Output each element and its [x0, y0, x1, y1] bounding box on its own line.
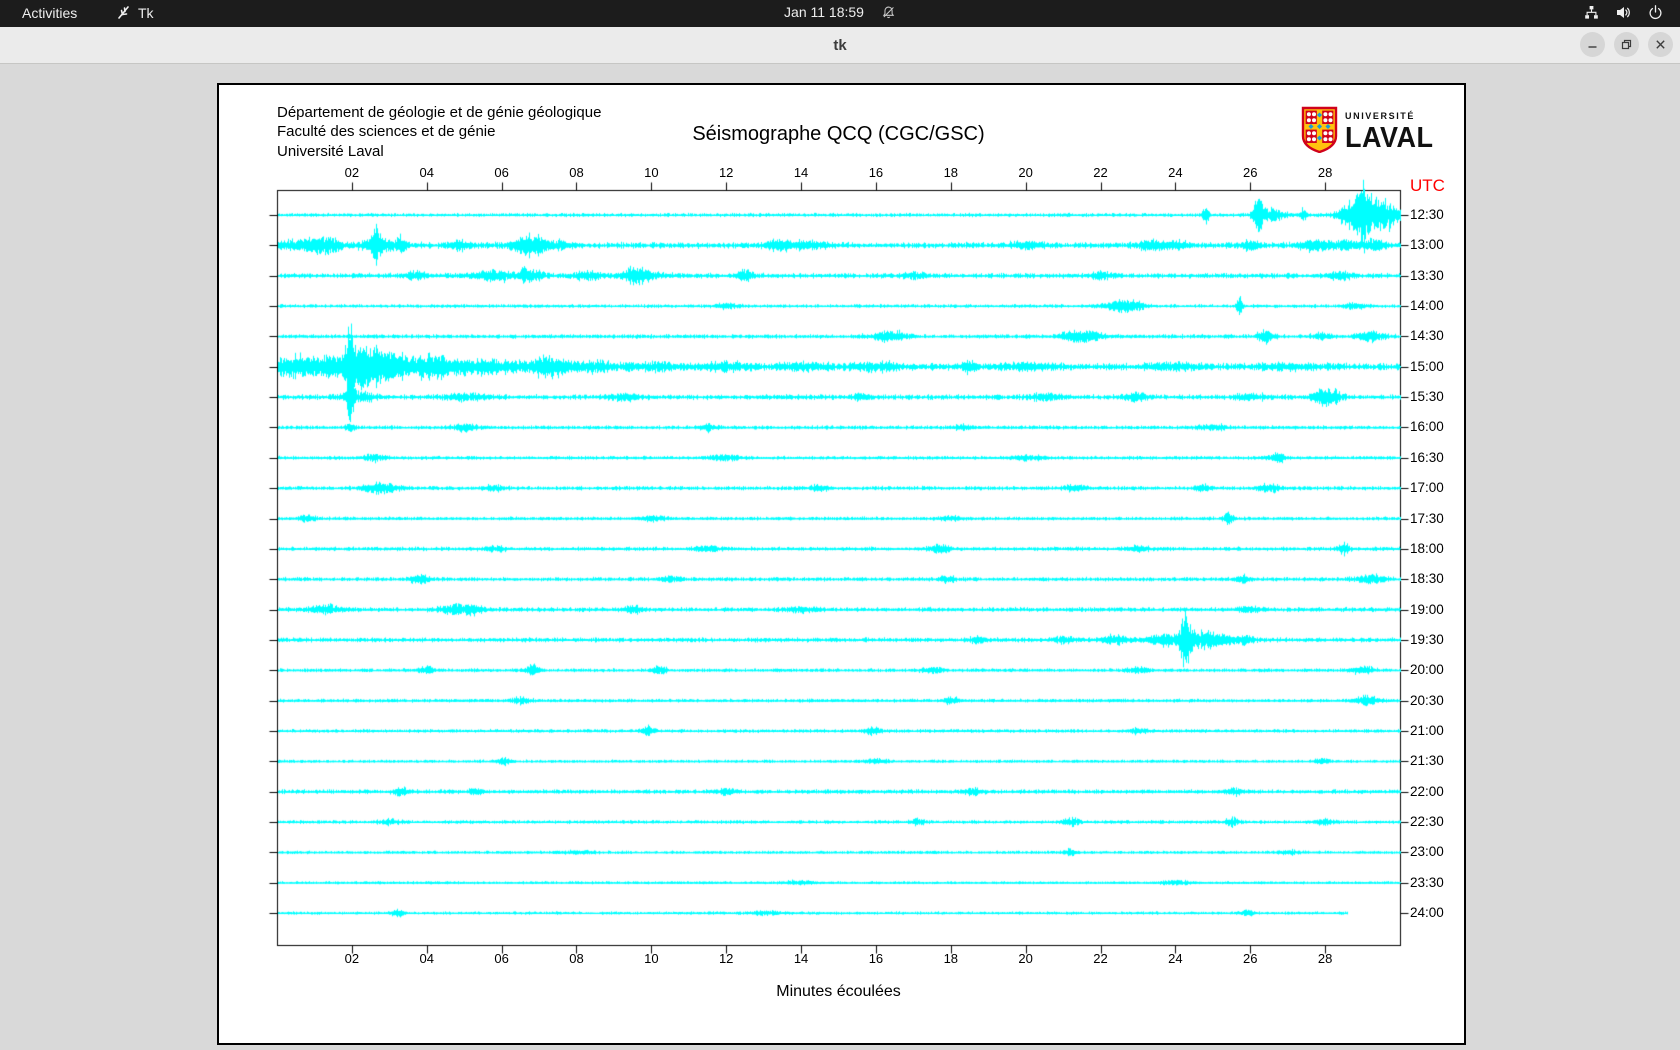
tk-feather-icon — [116, 4, 131, 21]
bottom-minute-tick-label: 10 — [644, 951, 659, 966]
time-row-label: 18:30 — [1410, 571, 1444, 587]
universite-laval-logo: UNIVERSITÉ LAVAL — [1301, 106, 1433, 158]
time-row-label: 22:30 — [1410, 814, 1444, 829]
time-row-label: 13:30 — [1410, 267, 1444, 283]
time-row-label: 21:30 — [1410, 753, 1444, 769]
seismograph-canvas: Département de géologie et de génie géol… — [217, 83, 1466, 1045]
close-button[interactable] — [1648, 32, 1673, 57]
power-icon — [1647, 4, 1664, 21]
time-row-label: 14:00 — [1410, 298, 1444, 314]
time-row-label: 14:30 — [1410, 328, 1444, 344]
bottom-minute-tick-label: 04 — [419, 951, 434, 966]
time-row-label: 15:30 — [1410, 389, 1444, 405]
bottom-minute-tick-label: 14 — [793, 951, 809, 966]
top-minute-tick-label: 28 — [1317, 165, 1333, 180]
time-row-label: 19:00 — [1410, 601, 1444, 617]
system-status-area[interactable] — [1583, 4, 1664, 21]
bottom-minute-tick-label: 02 — [344, 951, 360, 966]
time-row-label: 20:00 — [1410, 662, 1444, 678]
clock-label: Jan 11 18:59 — [784, 4, 864, 20]
time-row-label: 24:00 — [1410, 905, 1444, 921]
restore-button[interactable] — [1614, 32, 1639, 57]
time-row-label: 17:00 — [1410, 480, 1444, 496]
top-minute-tick-label: 26 — [1243, 165, 1258, 180]
x-axis-title: Minutes écoulées — [776, 983, 901, 1000]
time-row-label: 17:30 — [1410, 510, 1444, 526]
bottom-minute-tick-label: 18 — [943, 951, 959, 966]
logo-small-text: UNIVERSITÉ — [1345, 111, 1416, 121]
top-minute-tick-label: 10 — [644, 165, 659, 180]
time-row-label: 20:30 — [1410, 692, 1444, 708]
activities-button[interactable]: Activities — [16, 4, 83, 22]
time-row-label: 12:30 — [1410, 207, 1444, 222]
utc-label: UTC — [1410, 176, 1445, 195]
logo-large-text: LAVAL — [1345, 122, 1434, 154]
laval-shield-icon — [1301, 106, 1338, 158]
top-minute-tick-label: 20 — [1018, 165, 1033, 180]
time-row-label: 18:00 — [1410, 540, 1444, 556]
top-minute-tick-label: 02 — [344, 165, 360, 180]
window-title: tk — [833, 36, 847, 54]
top-minute-tick-label: 04 — [419, 165, 434, 180]
notifications-disabled-icon — [881, 5, 896, 20]
gnome-top-bar: Activities Tk Jan 11 18:59 — [0, 0, 1680, 27]
volume-icon — [1615, 4, 1632, 21]
focused-app-menu[interactable]: Tk — [116, 4, 154, 21]
top-minute-tick-label: 22 — [1093, 165, 1108, 180]
time-row-label: 23:30 — [1410, 874, 1444, 890]
bottom-minute-tick-label: 26 — [1243, 951, 1258, 966]
plot-title: Séismographe QCQ (CGC/GSC) — [692, 123, 985, 145]
bottom-minute-tick-label: 08 — [569, 951, 584, 966]
top-minute-tick-label: 24 — [1168, 165, 1183, 180]
time-row-label: 19:30 — [1410, 631, 1444, 647]
time-row-label: 16:00 — [1410, 419, 1444, 435]
time-row-label: 13:00 — [1410, 237, 1444, 253]
minimize-button[interactable] — [1580, 32, 1605, 57]
time-row-label: 21:00 — [1410, 722, 1444, 738]
desktop: Activities Tk Jan 11 18:59 tk Départemen… — [0, 0, 1680, 1050]
time-row-label: 15:00 — [1410, 358, 1444, 374]
top-minute-tick-label: 06 — [494, 165, 509, 180]
bottom-minute-tick-label: 12 — [718, 951, 734, 966]
window-titlebar[interactable]: tk — [0, 27, 1680, 64]
network-wired-icon — [1583, 4, 1600, 21]
bottom-minute-tick-label: 22 — [1093, 951, 1108, 966]
bottom-minute-tick-label: 16 — [868, 951, 884, 966]
bottom-minute-tick-label: 28 — [1317, 951, 1333, 966]
header-line-1: Département de géologie et de génie géol… — [277, 104, 602, 121]
bottom-minute-tick-label: 06 — [494, 951, 509, 966]
time-row-label: 16:30 — [1410, 449, 1444, 465]
top-minute-tick-label: 14 — [793, 165, 809, 180]
top-minute-tick-label: 18 — [943, 165, 959, 180]
clock-menu[interactable]: Jan 11 18:59 — [784, 4, 896, 20]
bottom-minute-tick-label: 20 — [1018, 951, 1033, 966]
top-minute-tick-label: 16 — [868, 165, 884, 180]
top-minute-tick-label: 12 — [718, 165, 734, 180]
helicorder-traces — [219, 85, 1460, 1039]
time-row-label: 23:00 — [1410, 844, 1444, 860]
bottom-minute-tick-label: 24 — [1168, 951, 1183, 966]
top-minute-tick-label: 08 — [569, 165, 584, 180]
focused-app-label: Tk — [138, 4, 154, 21]
time-row-label: 22:00 — [1410, 783, 1444, 799]
